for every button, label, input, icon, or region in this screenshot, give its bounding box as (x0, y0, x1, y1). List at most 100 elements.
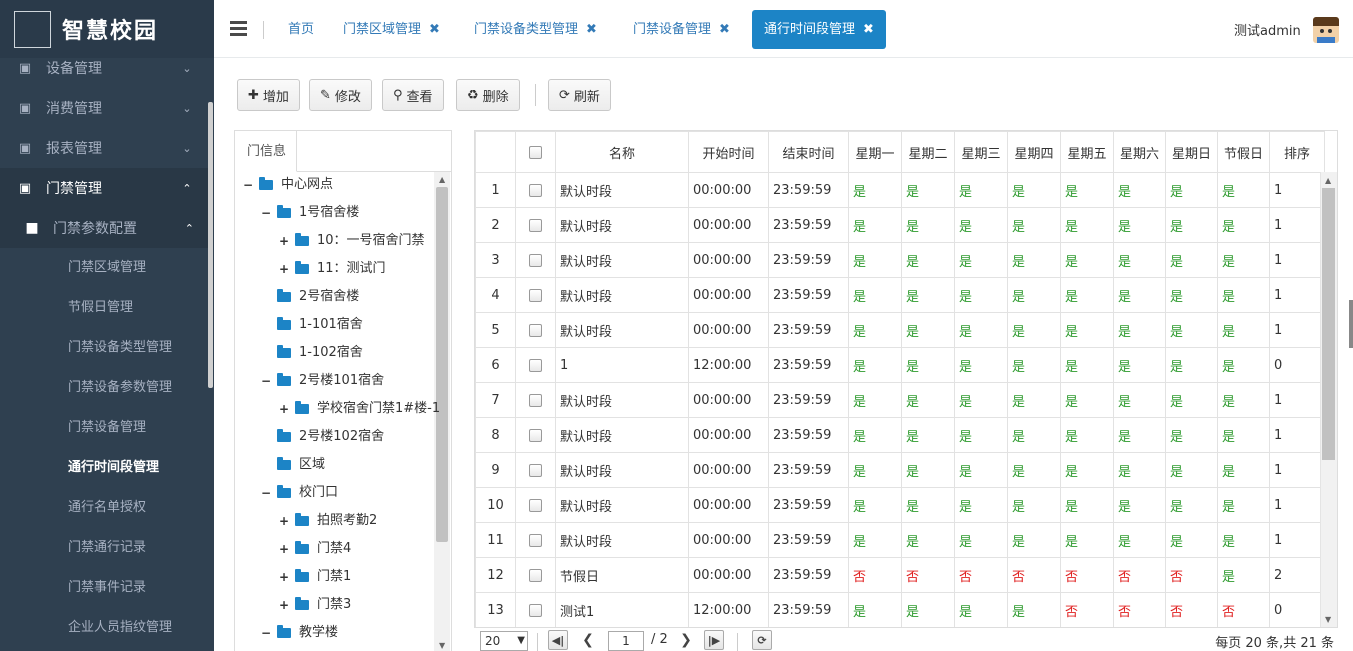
row-checkbox[interactable] (529, 603, 542, 617)
table-row[interactable]: 7 默认时段 00:00:00 23:59:59 是是是是是是是是 1 (475, 382, 1325, 418)
delete-button[interactable]: ♻ 删除 (456, 79, 520, 111)
edge-handle[interactable] (1349, 300, 1353, 348)
collapse-icon[interactable]: − (259, 367, 273, 395)
menu-consumption-management[interactable]: ▣ 消费管理 ⌄ (0, 88, 208, 128)
grid-scrollbar[interactable] (1322, 188, 1335, 460)
tree-node[interactable]: 2号楼102宿舍 (259, 423, 384, 451)
page-number-input[interactable]: 1 (608, 631, 644, 651)
column-header[interactable]: 名称 (555, 131, 689, 173)
tab-device-type-management[interactable]: 门禁设备类型管理 ✖ (474, 10, 597, 49)
column-header[interactable]: 星期日 (1165, 131, 1218, 173)
select-all-checkbox[interactable] (529, 145, 542, 159)
tree-node[interactable]: +11：测试门 (277, 255, 386, 283)
row-checkbox[interactable] (529, 183, 542, 197)
table-row[interactable]: 13 测试1 12:00:00 23:59:59 是是是是否否否否 0 (475, 592, 1325, 627)
refresh-icon[interactable]: ⟳ (752, 630, 772, 650)
submenu-access-params[interactable]: ■ 门禁参数配置 ⌃ (0, 208, 208, 248)
row-checkbox[interactable] (529, 253, 542, 267)
sidebar-item-holiday[interactable]: 节假日管理 (68, 288, 133, 328)
tree-node[interactable]: + 门禁4 (277, 535, 351, 563)
tab-area-management[interactable]: 门禁区域管理 ✖ (343, 10, 440, 49)
menu-report-management[interactable]: ▣ 报表管理 ⌄ (0, 128, 208, 168)
tab-door-info[interactable]: 门信息 (235, 131, 297, 172)
column-header[interactable] (475, 131, 516, 173)
refresh-button[interactable]: ⟳ 刷新 (548, 79, 611, 111)
row-checkbox[interactable] (529, 358, 542, 372)
column-header[interactable]: 星期六 (1113, 131, 1166, 173)
scroll-down-icon[interactable]: ▼ (1325, 615, 1331, 624)
menu-device-management[interactable]: ▣ 设备管理 ⌄ (0, 48, 208, 88)
last-page-button[interactable]: |▶ (704, 630, 724, 650)
tree-node[interactable]: − 中心网点 (241, 171, 333, 199)
column-header[interactable]: 排序 (1269, 131, 1325, 173)
tree-node[interactable]: + 门禁3 (277, 591, 351, 619)
menu-toggle-icon[interactable] (230, 21, 247, 36)
tab-home[interactable]: 首页 (288, 10, 314, 49)
expand-icon[interactable]: + (277, 395, 291, 423)
tree-node[interactable]: 区域 (259, 451, 325, 479)
row-checkbox[interactable] (529, 218, 542, 232)
expand-icon[interactable]: + (277, 227, 291, 255)
expand-icon[interactable]: + (277, 507, 291, 535)
user-name[interactable]: 测试admin (1234, 20, 1301, 39)
table-row[interactable]: 11 默认时段 00:00:00 23:59:59 是是是是是是是是 1 (475, 522, 1325, 558)
row-checkbox[interactable] (529, 533, 542, 547)
avatar[interactable] (1313, 17, 1339, 43)
scroll-up-icon[interactable]: ▲ (1325, 176, 1331, 185)
row-checkbox[interactable] (529, 288, 542, 302)
column-header[interactable]: 节假日 (1217, 131, 1270, 173)
scroll-up-icon[interactable]: ▲ (439, 175, 445, 184)
row-checkbox[interactable] (529, 393, 542, 407)
close-icon[interactable]: ✖ (719, 22, 730, 37)
collapse-icon[interactable]: − (259, 619, 273, 647)
sidebar-item-event-records[interactable]: 门禁事件记录 (68, 568, 146, 608)
tree-node[interactable]: + 门禁1 (277, 563, 351, 591)
tree-node[interactable]: − 2号楼101宿舍 (259, 367, 384, 395)
tree-node[interactable]: − 校门口 (259, 479, 338, 507)
column-header[interactable]: 开始时间 (688, 131, 769, 173)
row-checkbox[interactable] (529, 463, 542, 477)
column-header[interactable]: 星期四 (1007, 131, 1061, 173)
column-header[interactable]: 星期二 (901, 131, 955, 173)
close-icon[interactable]: ✖ (863, 22, 874, 37)
tree-node[interactable]: + 拍照考勤2 (277, 507, 377, 535)
sidebar-item-fingerprint[interactable]: 企业人员指纹管理 (68, 608, 172, 648)
expand-icon[interactable]: + (277, 535, 291, 563)
table-row[interactable]: 3 默认时段 00:00:00 23:59:59 是是是是是是是是 1 (475, 242, 1325, 278)
row-checkbox[interactable] (529, 568, 542, 582)
first-page-button[interactable]: ◀| (548, 630, 568, 650)
tree-node[interactable]: 1-101宿舍 (259, 311, 363, 339)
close-icon[interactable]: ✖ (586, 22, 597, 37)
expand-icon[interactable]: + (277, 591, 291, 619)
tree-node[interactable]: 2号宿舍楼 (259, 283, 359, 311)
add-button[interactable]: ✚ 增加 (237, 79, 300, 111)
row-checkbox[interactable] (529, 498, 542, 512)
edit-button[interactable]: ✎ 修改 (309, 79, 372, 111)
page-size-select[interactable]: 20 ▼ (480, 631, 528, 651)
sidebar-item-area[interactable]: 门禁区域管理 (68, 248, 146, 288)
table-row[interactable]: 9 默认时段 00:00:00 23:59:59 是是是是是是是是 1 (475, 452, 1325, 488)
table-row[interactable]: 12 节假日 00:00:00 23:59:59 否否否否否否否是 2 (475, 557, 1325, 593)
collapse-icon[interactable]: − (259, 199, 273, 227)
close-icon[interactable]: ✖ (429, 22, 440, 37)
sidebar-item-device-type[interactable]: 门禁设备类型管理 (68, 328, 172, 368)
tree-scrollbar[interactable] (436, 187, 448, 542)
column-header[interactable]: 星期三 (954, 131, 1008, 173)
sidebar-item-time-period[interactable]: 通行时间段管理 (68, 448, 159, 488)
column-header[interactable]: 结束时间 (768, 131, 849, 173)
tree-node[interactable]: 1-102宿舍 (259, 339, 363, 367)
tab-device-management[interactable]: 门禁设备管理 ✖ (633, 10, 730, 49)
table-row[interactable]: 1 默认时段 00:00:00 23:59:59 是是是是是是是是 1 (475, 172, 1325, 208)
prev-page-button[interactable]: ❮ (578, 630, 598, 650)
table-row[interactable]: 10 默认时段 00:00:00 23:59:59 是是是是是是是是 1 (475, 487, 1325, 523)
menu-access-control[interactable]: ▣ 门禁管理 ⌃ (0, 168, 208, 208)
table-row[interactable]: 5 默认时段 00:00:00 23:59:59 是是是是是是是是 1 (475, 312, 1325, 348)
sidebar-item-device-params[interactable]: 门禁设备参数管理 (68, 368, 172, 408)
column-header[interactable]: 星期一 (848, 131, 902, 173)
sidebar-item-device[interactable]: 门禁设备管理 (68, 408, 146, 448)
row-checkbox[interactable] (529, 428, 542, 442)
tab-time-period-management[interactable]: 通行时间段管理 ✖ (752, 10, 886, 49)
tree-node[interactable]: − 1号宿舍楼 (259, 199, 359, 227)
expand-icon[interactable]: + (277, 563, 291, 591)
select-all-checkbox-cell[interactable] (515, 131, 556, 173)
